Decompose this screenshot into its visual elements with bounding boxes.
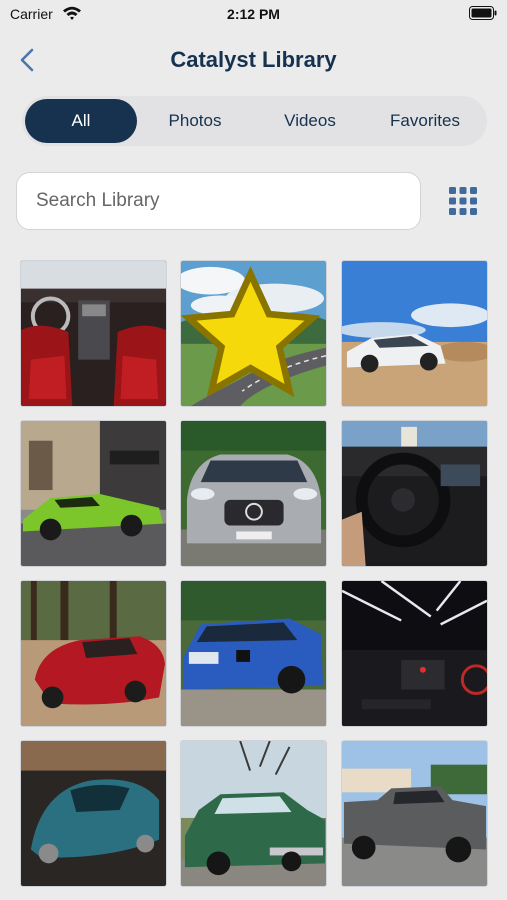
clock: 2:12 PM <box>227 6 280 22</box>
night-dashboard-image <box>342 581 487 726</box>
silver-amg-image <box>181 421 326 566</box>
status-bar: Carrier 2:12 PM <box>0 0 507 30</box>
media-thumbnail[interactable] <box>20 740 167 887</box>
media-thumbnail[interactable] <box>180 740 327 887</box>
media-thumbnail[interactable] <box>341 580 488 727</box>
tab-all[interactable]: All <box>25 99 137 143</box>
media-thumbnail[interactable] <box>20 580 167 727</box>
media-thumbnail[interactable] <box>341 260 488 407</box>
tab-photos[interactable]: Photos <box>139 99 251 143</box>
navigation-bar: Catalyst Library <box>0 30 507 92</box>
green-sports-car-image <box>21 421 166 566</box>
grid-view-icon[interactable] <box>448 186 478 216</box>
red-interior-image <box>21 261 166 406</box>
media-thumbnail[interactable] <box>180 580 327 727</box>
favorite-star-icon <box>181 265 321 398</box>
blue-sedan-image <box>181 581 326 726</box>
tab-videos[interactable]: Videos <box>254 99 366 143</box>
red-sports-car-image <box>21 581 166 726</box>
media-thumbnail[interactable] <box>20 420 167 567</box>
battery-icon <box>469 6 497 20</box>
media-thumbnail[interactable] <box>341 740 488 887</box>
filter-tabs: All Photos Videos Favorites <box>22 96 487 146</box>
media-thumbnail[interactable] <box>180 260 327 407</box>
tab-favorites[interactable]: Favorites <box>369 99 481 143</box>
search-input[interactable] <box>16 172 421 230</box>
teal-concept-car-image <box>21 741 166 886</box>
white-sedan-image <box>342 261 487 406</box>
media-thumbnail[interactable] <box>180 420 327 567</box>
media-thumbnail[interactable] <box>341 420 488 567</box>
page-title: Catalyst Library <box>170 47 337 72</box>
green-classic-car-image <box>181 741 326 886</box>
grey-pickup-truck-image <box>342 741 487 886</box>
media-thumbnail[interactable] <box>20 260 167 407</box>
steering-wheel-image <box>342 421 487 566</box>
